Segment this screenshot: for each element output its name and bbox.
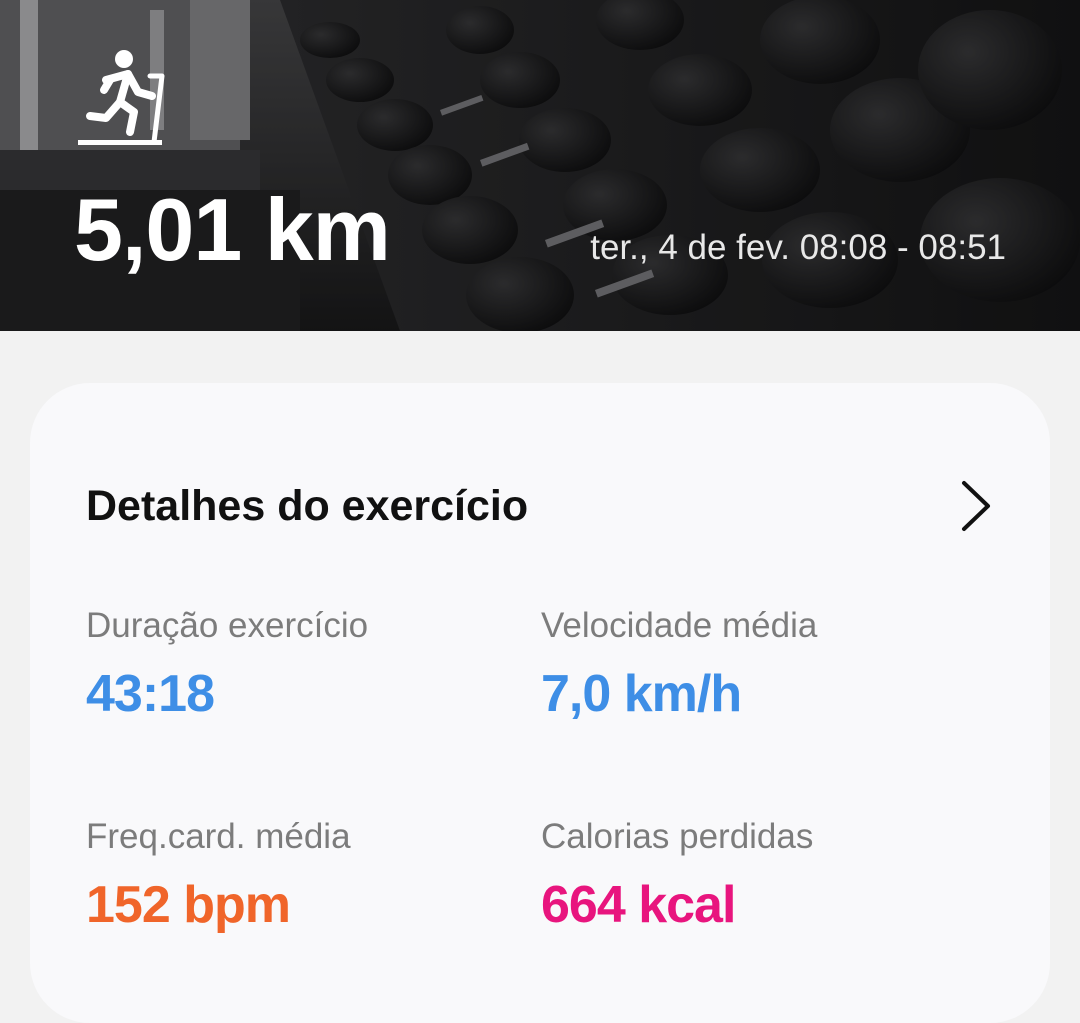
stat-average-heart-rate: Freq.card. média 152 bpm (86, 815, 506, 937)
treadmill-running-icon (78, 50, 165, 145)
exercise-details-header[interactable]: Detalhes do exercício (86, 471, 994, 541)
stat-value: 152 bpm (86, 876, 291, 934)
exercise-details-card: Detalhes do exercício Duração exercício … (30, 383, 1050, 1023)
stat-calories-burned: Calorias perdidas 664 kcal (541, 815, 961, 937)
stat-label: Calorias perdidas (541, 817, 814, 856)
distance-value: 5,01 km (74, 180, 391, 279)
stat-value: 7,0 km/h (541, 665, 742, 723)
workout-date-range: ter., 4 de fev. 08:08 - 08:51 (590, 228, 1006, 267)
chevron-right-icon[interactable] (956, 479, 996, 533)
stat-average-speed: Velocidade média 7,0 km/h (541, 604, 961, 726)
stat-duration: Duração exercício 43:18 (86, 604, 506, 726)
stat-label: Duração exercício (86, 606, 369, 645)
stat-value: 43:18 (86, 665, 215, 723)
stat-value: 664 kcal (541, 876, 736, 934)
card-title: Detalhes do exercício (86, 482, 529, 530)
stat-label: Velocidade média (541, 606, 818, 645)
stat-label: Freq.card. média (86, 817, 351, 856)
hero-banner: 5,01 km ter., 4 de fev. 08:08 - 08:51 (0, 0, 1080, 331)
